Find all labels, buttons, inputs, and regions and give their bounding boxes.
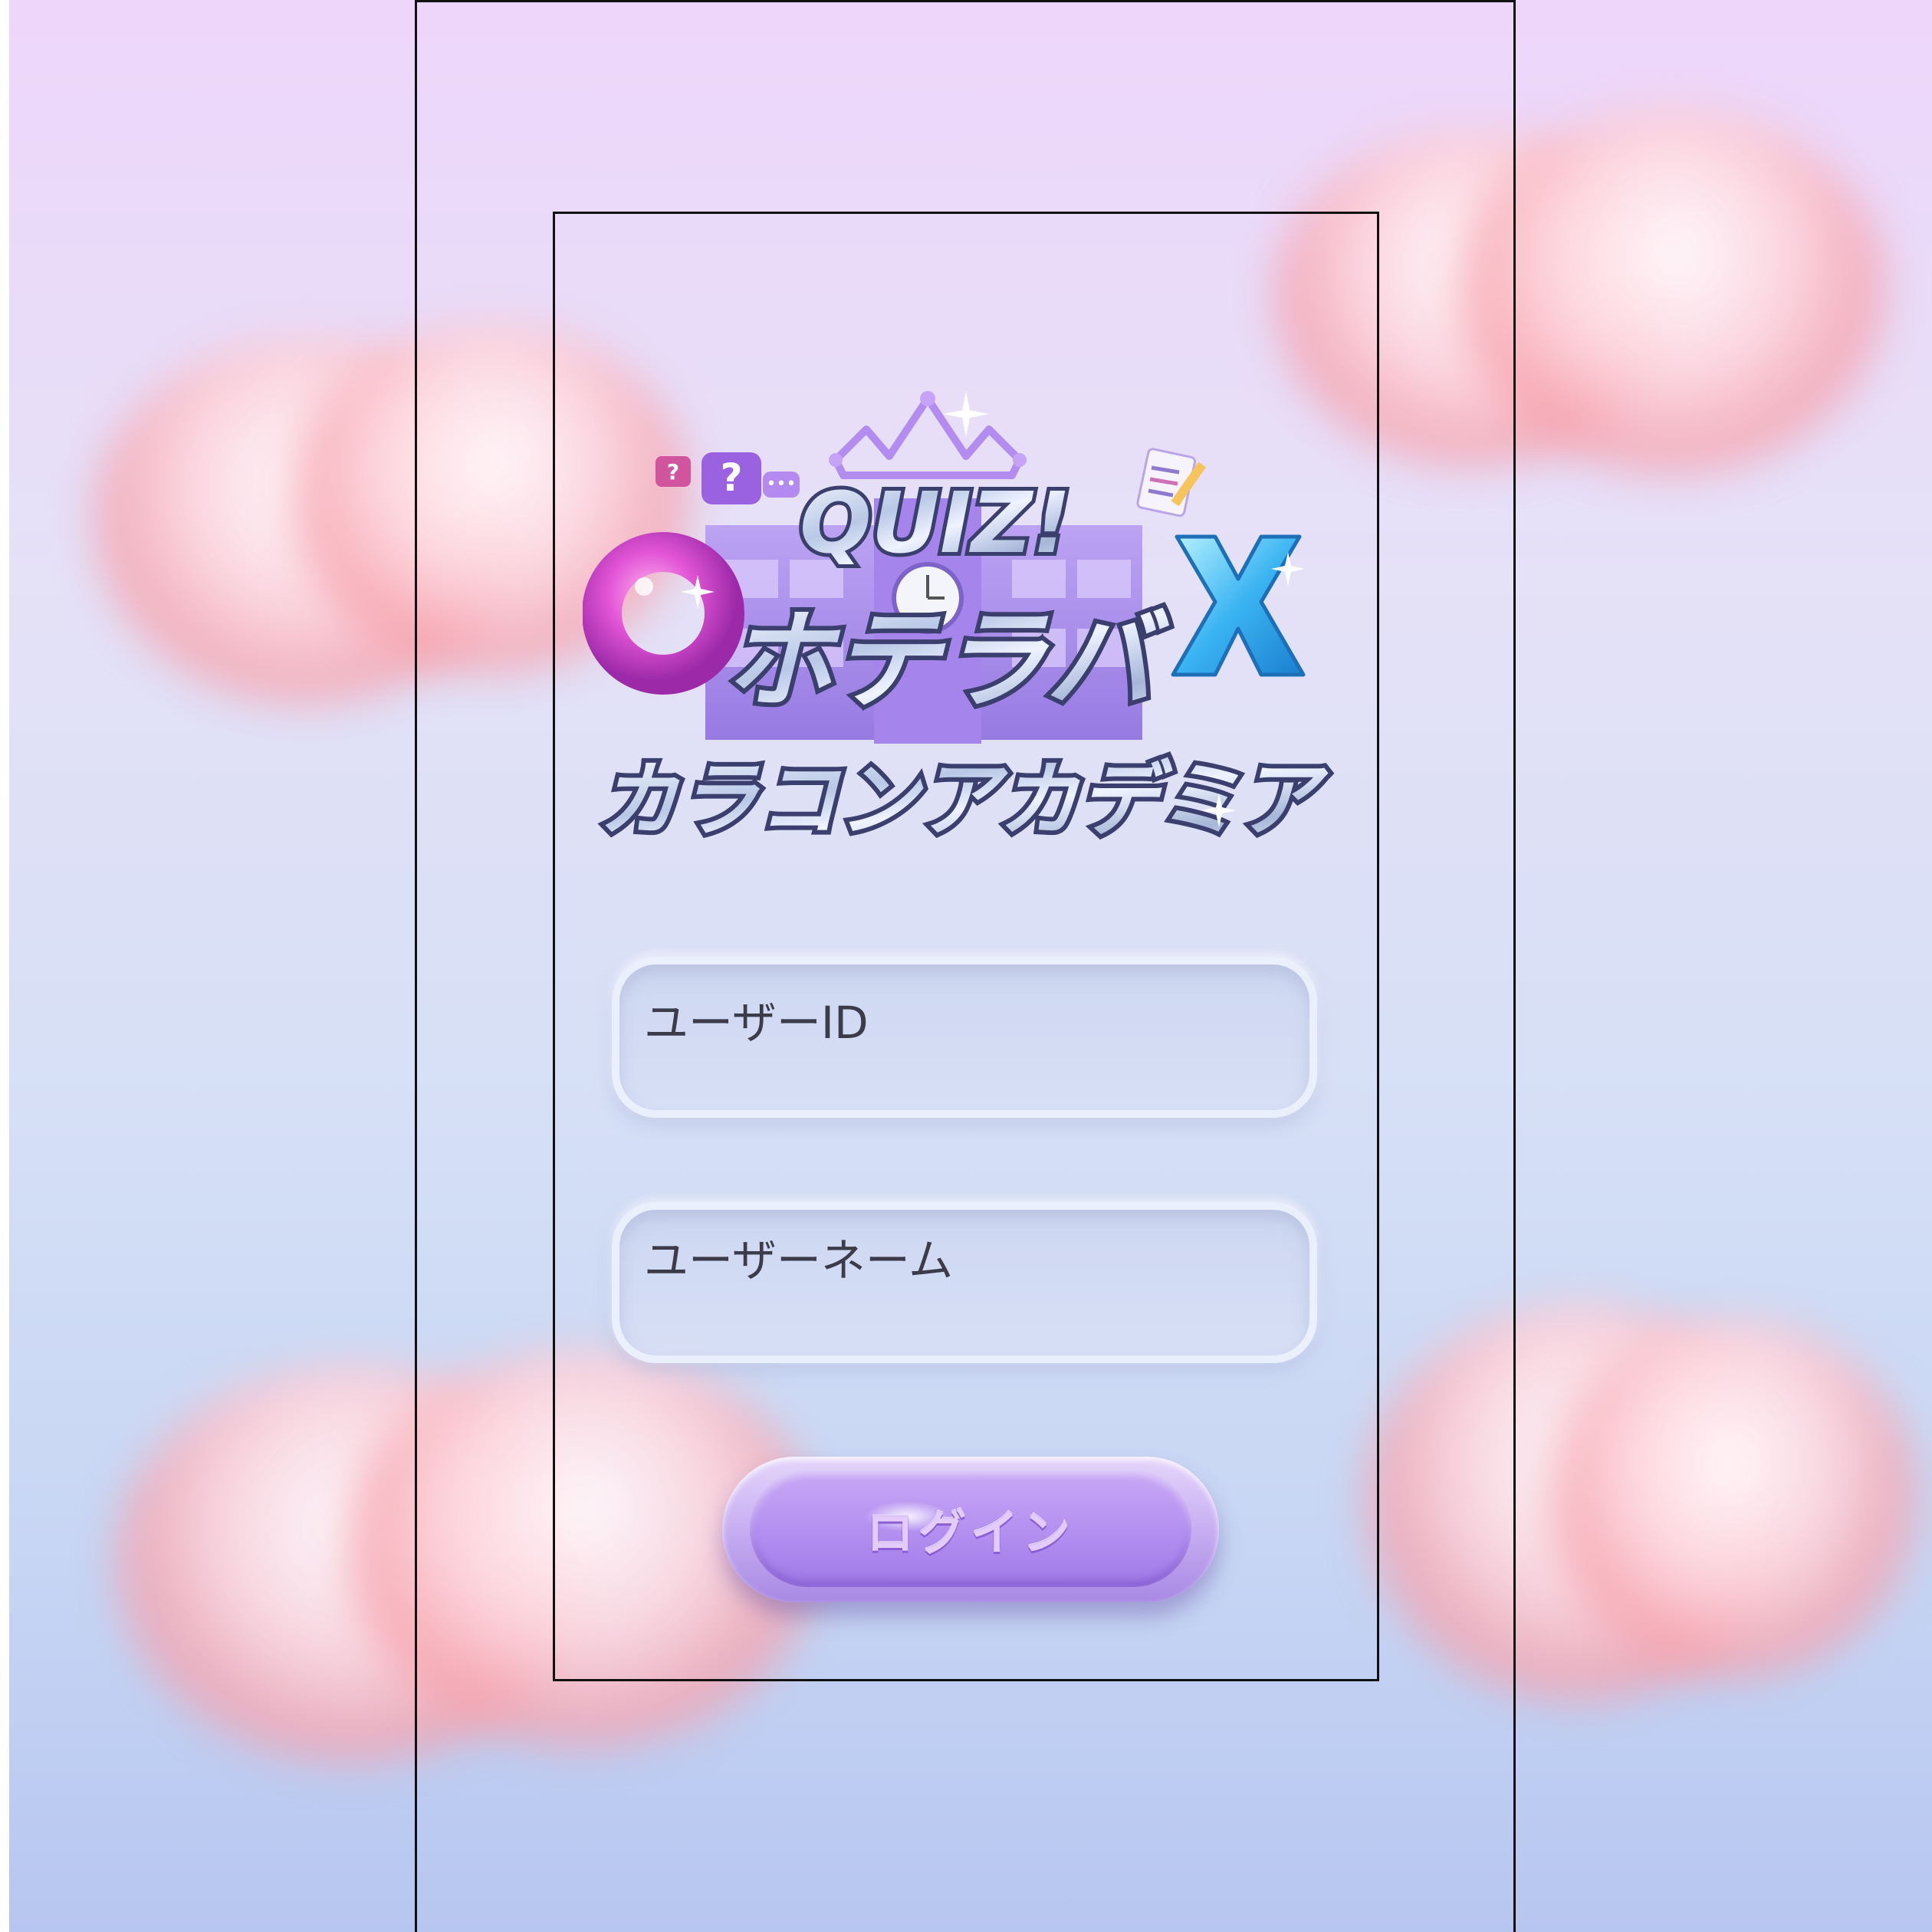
svg-text:?: ? xyxy=(720,455,742,500)
crown-icon xyxy=(829,391,1027,479)
quiz-title: QUIZ! xyxy=(800,474,1071,572)
user-id-input[interactable] xyxy=(619,964,1309,1110)
login-screen: ? ? ••• QUIZ! ホテラバ カラコンアカデミア ユーザーID ユーザー… xyxy=(0,0,1932,1932)
circle-symbol-icon xyxy=(583,532,744,695)
question-bubble-icon: ? ? ••• xyxy=(656,452,800,504)
cloud-bottom-right-2 xyxy=(1549,1319,1917,1679)
login-button[interactable]: ログイン xyxy=(722,1457,1219,1602)
login-button-face: ログイン xyxy=(750,1470,1191,1587)
cloud-top-right-2 xyxy=(1457,107,1886,475)
svg-text:•••: ••• xyxy=(767,475,797,494)
notepad-pencil-icon xyxy=(1136,448,1206,518)
user-name-input[interactable] xyxy=(619,1210,1309,1355)
login-button-label: ログイン xyxy=(866,1505,1075,1561)
svg-text:?: ? xyxy=(667,459,679,485)
cross-symbol-icon xyxy=(1171,534,1306,677)
title-line-1: ホテラバ xyxy=(725,599,1170,724)
game-logo: ? ? ••• QUIZ! ホテラバ カラコンアカデミア xyxy=(583,391,1333,852)
user-id-field xyxy=(612,957,1317,1118)
user-name-field xyxy=(612,1202,1317,1363)
left-edge-strip xyxy=(0,0,9,1932)
